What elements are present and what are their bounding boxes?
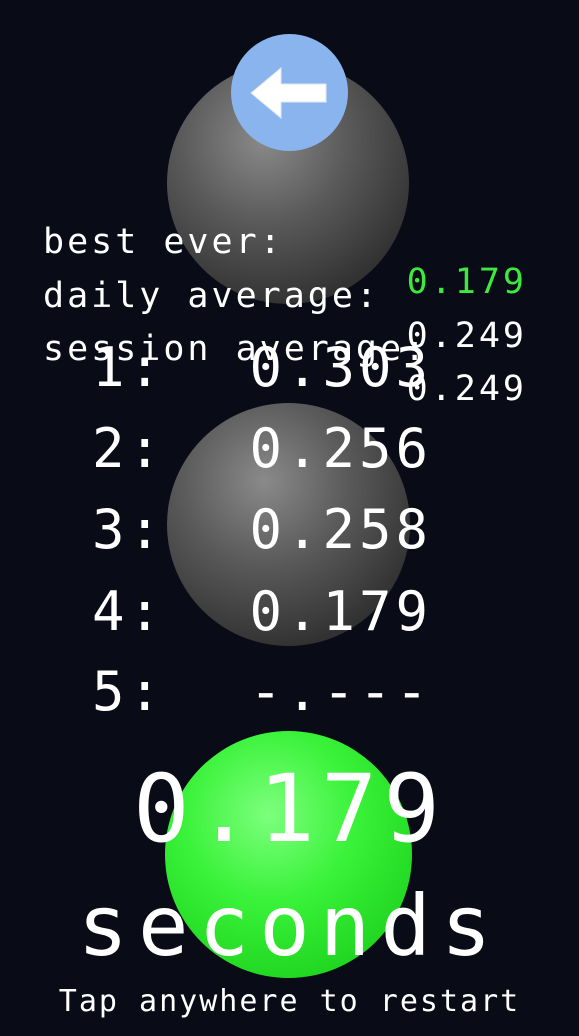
attempt-row: 4: 0.179 [92, 580, 432, 644]
attempt-number: 4: [92, 580, 166, 643]
back-button[interactable] [231, 34, 348, 151]
attempt-row: 1: 0.303 [92, 336, 432, 400]
attempt-time: 0.256 [249, 417, 432, 480]
attempt-number: 3: [92, 498, 166, 561]
attempt-time: 0.179 [249, 580, 432, 643]
attempt-row: 2: 0.256 [92, 417, 432, 481]
game-screen[interactable]: { "colors": { "background": "#090b16", "… [0, 0, 579, 1036]
attempt-time: 0.258 [249, 498, 432, 561]
attempt-number: 1: [92, 336, 166, 399]
restart-hint: Tap anywhere to restart [58, 984, 521, 1019]
attempt-row: 5: -.--- [92, 660, 432, 724]
attempt-number: 2: [92, 417, 166, 480]
arrow-left-icon [250, 66, 327, 120]
attempt-time: 0.303 [249, 336, 432, 399]
result-unit: seconds [77, 877, 502, 975]
attempt-row: 3: 0.258 [92, 498, 432, 562]
result-time: 0.179 [133, 755, 446, 864]
attempt-time: -.--- [249, 660, 432, 723]
attempt-number: 5: [92, 660, 166, 723]
